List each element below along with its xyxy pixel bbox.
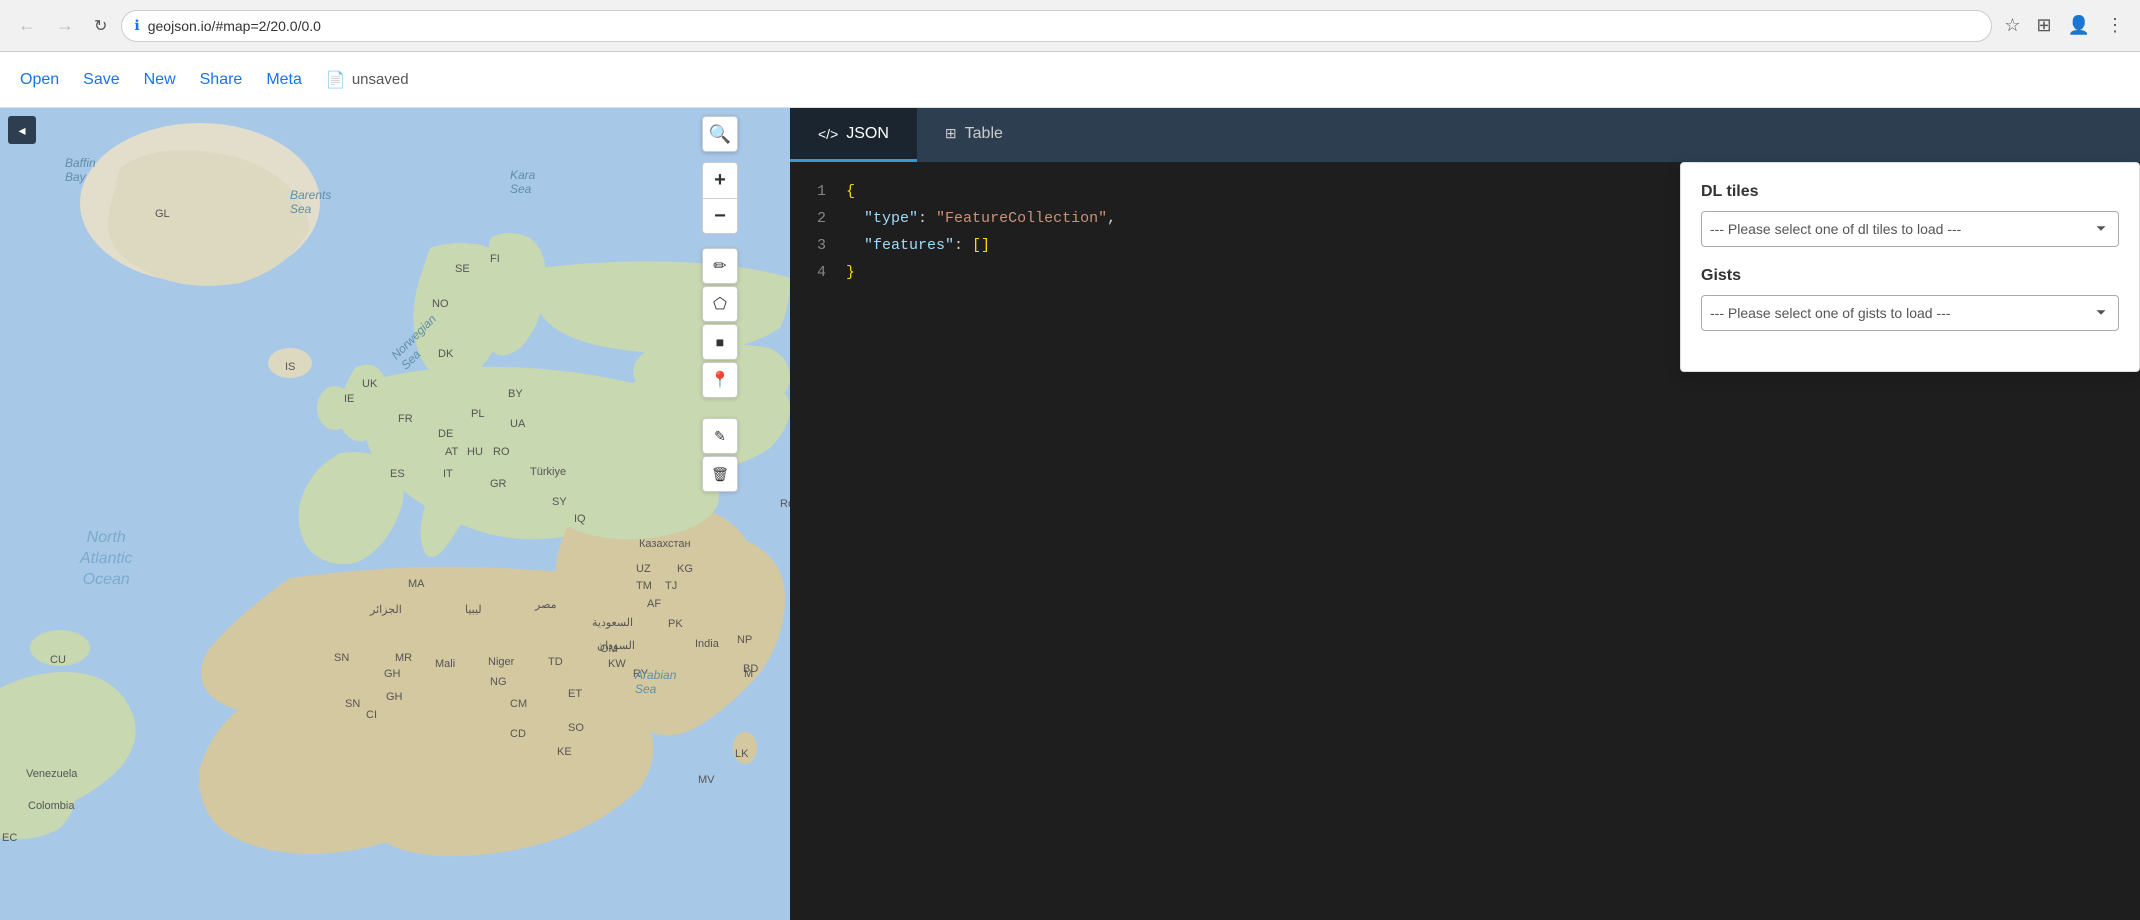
json-tab-icon: </> bbox=[818, 126, 838, 142]
dl-tiles-select[interactable]: --- Please select one of dl tiles to loa… bbox=[1701, 211, 2119, 247]
table-tab[interactable]: ⊞ Table bbox=[917, 108, 1031, 162]
json-tab[interactable]: </> JSON bbox=[790, 108, 917, 162]
code-content-4: } bbox=[846, 259, 855, 286]
draw-line-button[interactable]: ✏ bbox=[702, 248, 738, 284]
delete-button[interactable]: 🗑 bbox=[702, 456, 738, 492]
open-link[interactable]: Open bbox=[20, 71, 59, 89]
url-text: geojson.io/#map=2/20.0/0.0 bbox=[148, 18, 1980, 34]
extensions-button[interactable]: ⊞ bbox=[2032, 11, 2055, 40]
table-tab-icon: ⊞ bbox=[945, 125, 957, 142]
draw-rectangle-button[interactable]: ■ bbox=[702, 324, 738, 360]
json-tab-label: JSON bbox=[846, 125, 889, 143]
zoom-out-button[interactable]: − bbox=[702, 198, 738, 234]
browser-actions: ☆ ⊞ 👤 ⋮ bbox=[2000, 11, 2128, 40]
line-number-4: 4 bbox=[806, 259, 826, 286]
search-button[interactable]: 🔍 bbox=[702, 116, 738, 152]
gists-section: Gists --- Please select one of gists to … bbox=[1701, 267, 2119, 331]
overlay-panel: DL tiles --- Please select one of dl til… bbox=[1680, 162, 2140, 372]
browser-chrome: ← → ↻ ℹ geojson.io/#map=2/20.0/0.0 ☆ ⊞ 👤… bbox=[0, 0, 2140, 52]
reload-button[interactable]: ↻ bbox=[88, 12, 113, 40]
collapse-button[interactable]: ◂ bbox=[8, 116, 36, 144]
map-svg bbox=[0, 108, 790, 920]
edit-tools: ✎ 🗑 bbox=[702, 418, 738, 492]
main-layout: GL BarentsSea KaraSea NorwegianSea IS SE… bbox=[0, 108, 2140, 920]
unsaved-label: unsaved bbox=[352, 71, 409, 88]
code-content-2: "type": "FeatureCollection", bbox=[846, 205, 1116, 232]
panel-tabs: </> JSON ⊞ Table bbox=[790, 108, 2140, 162]
gists-select[interactable]: --- Please select one of gists to load -… bbox=[1701, 295, 2119, 331]
new-link[interactable]: New bbox=[144, 71, 176, 89]
zoom-in-button[interactable]: + bbox=[702, 162, 738, 198]
zoom-controls: + − bbox=[702, 162, 738, 234]
gists-title: Gists bbox=[1701, 267, 2119, 285]
code-content-3: "features": [] bbox=[846, 232, 990, 259]
unsaved-indicator: 📄 unsaved bbox=[326, 70, 409, 90]
line-number-2: 2 bbox=[806, 205, 826, 232]
back-button[interactable]: ← bbox=[12, 11, 42, 40]
forward-button[interactable]: → bbox=[50, 11, 80, 40]
more-button[interactable]: ⋮ bbox=[2102, 11, 2128, 40]
dl-tiles-title: DL tiles bbox=[1701, 183, 2119, 201]
draw-tools: ✏ ⬠ ■ 📍 bbox=[702, 248, 738, 398]
bookmark-button[interactable]: ☆ bbox=[2000, 11, 2024, 40]
save-link[interactable]: Save bbox=[83, 71, 119, 89]
draw-point-button[interactable]: 📍 bbox=[702, 362, 738, 398]
share-link[interactable]: Share bbox=[200, 71, 243, 89]
draw-polygon-button[interactable]: ⬠ bbox=[702, 286, 738, 322]
info-icon: ℹ bbox=[134, 17, 139, 34]
line-number-3: 3 bbox=[806, 232, 826, 259]
app-header: Open Save New Share Meta 📄 unsaved bbox=[0, 52, 2140, 108]
table-tab-label: Table bbox=[965, 125, 1003, 143]
document-icon: 📄 bbox=[326, 70, 346, 90]
profile-button[interactable]: 👤 bbox=[2064, 11, 2094, 40]
edit-button[interactable]: ✎ bbox=[702, 418, 738, 454]
address-bar[interactable]: ℹ geojson.io/#map=2/20.0/0.0 bbox=[121, 10, 1992, 42]
meta-link[interactable]: Meta bbox=[266, 71, 302, 89]
line-number-1: 1 bbox=[806, 178, 826, 205]
map-area[interactable]: GL BarentsSea KaraSea NorwegianSea IS SE… bbox=[0, 108, 790, 920]
code-content-1: { bbox=[846, 178, 855, 205]
right-panel: </> JSON ⊞ Table 1 { 2 "type": "FeatureC… bbox=[790, 108, 2140, 920]
search-container: 🔍 bbox=[702, 116, 738, 152]
dl-tiles-section: DL tiles --- Please select one of dl til… bbox=[1701, 183, 2119, 247]
